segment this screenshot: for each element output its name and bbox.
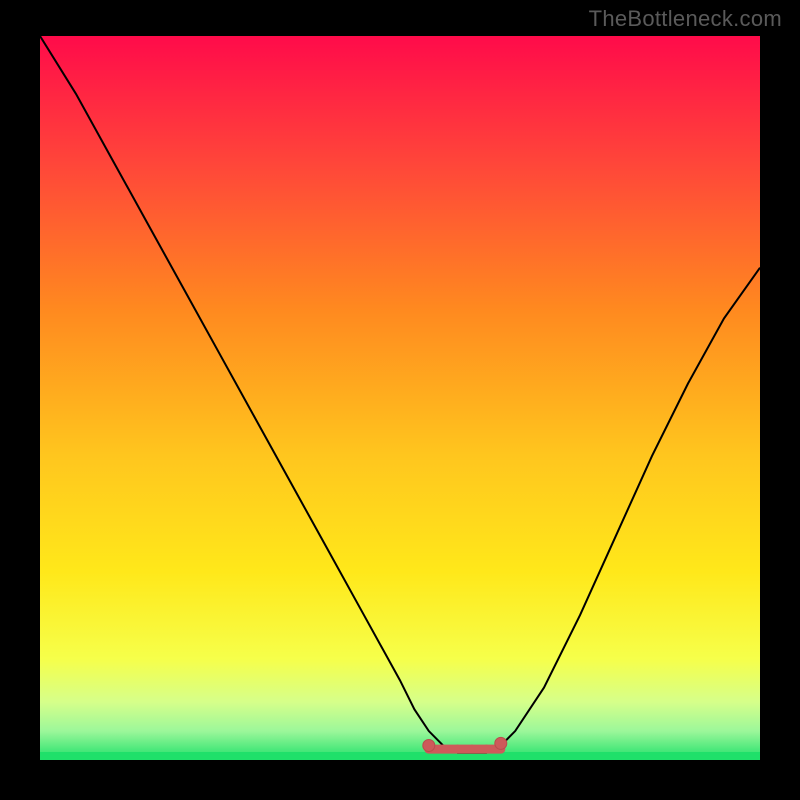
marker-right — [495, 737, 507, 749]
watermark-text: TheBottleneck.com — [589, 6, 782, 32]
plot-area — [40, 36, 760, 760]
chart-frame: TheBottleneck.com — [0, 0, 800, 800]
bottleneck-curve — [40, 36, 760, 753]
marker-left — [423, 740, 435, 752]
bottleneck-curve-layer — [40, 36, 760, 760]
